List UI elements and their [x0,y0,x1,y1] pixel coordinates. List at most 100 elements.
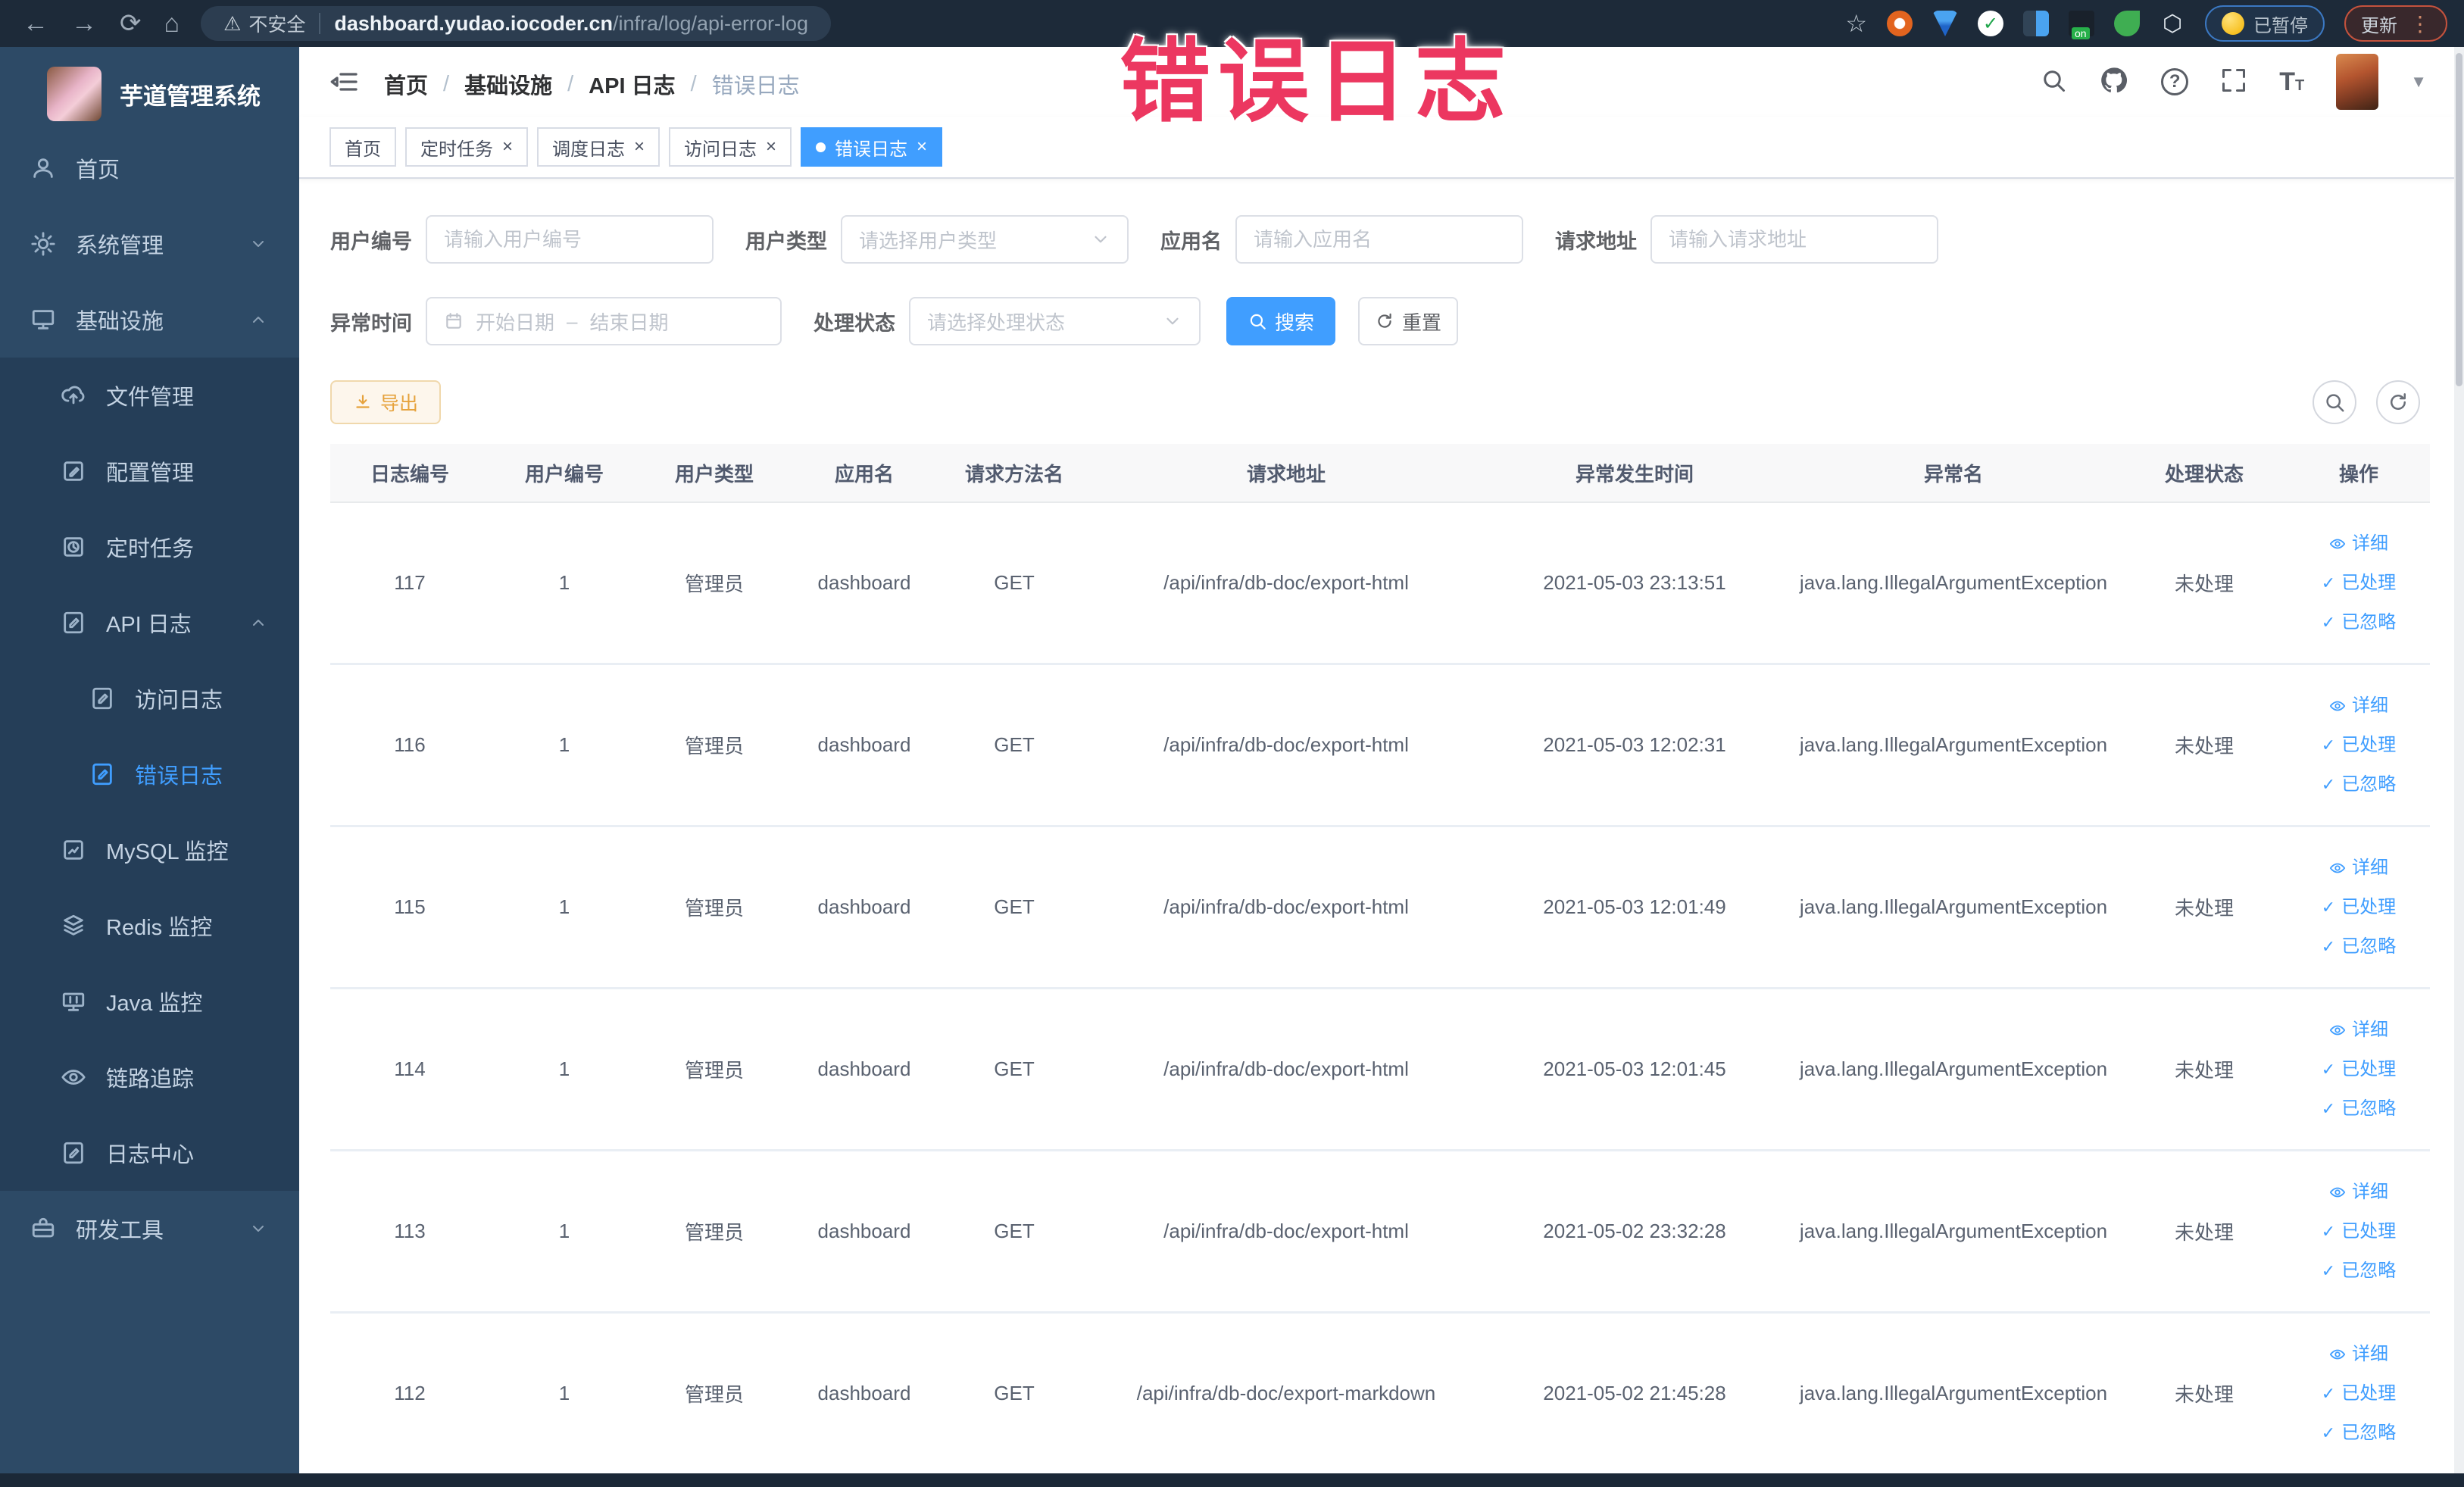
extension-orange-icon[interactable] [1887,11,1913,36]
sidebar-item-infra[interactable]: 基础设施 [0,282,299,358]
extension-grid-icon[interactable] [2023,11,2049,36]
action-processed[interactable]: ✓ 已处理 [2288,564,2430,603]
scrollbar-track[interactable] [2454,47,2464,1473]
browser-menu-icon[interactable]: ⋮ [2409,11,2431,36]
sidebar-item-job[interactable]: 定时任务 [0,509,299,585]
action-detail[interactable]: 详细 [2288,1335,2430,1374]
cell-user_type: 管理员 [639,826,789,989]
toggle-search-icon[interactable] [2313,380,2356,424]
table-row: 114 1 管理员 dashboard GET/api/infra/db-doc/exp… [330,988,2430,1151]
table-toolbar: 导出 [330,380,2420,424]
sidebar-item-dev-tools[interactable]: 研发工具 [0,1191,299,1267]
cell-app: dashboard [789,664,939,827]
tab-调度日志[interactable]: 调度日志 × [537,127,661,167]
sidebar-item-label: API 日志 [106,613,192,637]
tab-访问日志[interactable]: 访问日志 × [669,127,792,167]
cell-id: 113 [330,1150,489,1314]
sidebar-item-access-log[interactable]: 访问日志 [0,661,299,736]
extension-green-check-icon[interactable]: ✓ [1978,11,2003,36]
tab-label: 定时任务 [420,139,493,160]
github-icon[interactable] [2099,65,2129,99]
tab-close-icon[interactable]: × [502,136,513,158]
tab-首页[interactable]: 首页 [329,127,396,167]
action-ignored[interactable]: ✓ 已忽略 [2288,927,2430,967]
action-ignored[interactable]: ✓ 已忽略 [2288,603,2430,642]
action-processed[interactable]: ✓ 已处理 [2288,1050,2430,1089]
sidebar-item-log-center[interactable]: 日志中心 [0,1115,299,1191]
profile-paused-badge[interactable]: 已暂停 [2205,5,2325,42]
action-detail[interactable]: 详细 [2288,686,2430,726]
breadcrumb-item[interactable]: 首页 [384,68,428,100]
reload-icon[interactable]: ⟳ [120,0,142,47]
back-icon[interactable]: ← [23,0,48,47]
check-icon: ✓ [2321,774,2336,794]
action-processed[interactable]: ✓ 已处理 [2288,726,2430,765]
action-processed[interactable]: ✓ 已处理 [2288,1212,2430,1251]
scrollbar-thumb[interactable] [2456,53,2462,386]
breadcrumb-item[interactable]: API 日志 [589,68,675,100]
action-detail[interactable]: 详细 [2288,848,2430,888]
user-id-input[interactable] [426,215,714,264]
sidebar-item-system[interactable]: 系统管理 [0,206,299,282]
extension-shield-icon[interactable] [1932,11,1958,36]
process-status-select[interactable]: 请选择处理状态 [909,297,1201,345]
tab-定时任务[interactable]: 定时任务 × [405,127,529,167]
sidebar-item-trace[interactable]: 链路追踪 [0,1039,299,1115]
sidebar-item-redis[interactable]: Redis 监控 [0,888,299,964]
home-icon[interactable]: ⌂ [164,0,180,47]
action-ignored[interactable]: ✓ 已忽略 [2288,1089,2430,1129]
font-size-icon[interactable]: TT [2279,67,2304,97]
user-type-select[interactable]: 请选择用户类型 [841,215,1129,264]
search-icon[interactable] [2040,67,2067,98]
action-ignored[interactable]: ✓ 已忽略 [2288,1251,2430,1291]
avatar[interactable] [2336,54,2379,110]
breadcrumb-item[interactable]: 基础设施 [464,68,552,100]
fullscreen-icon[interactable] [2220,67,2247,98]
cell-status: 未处理 [2121,664,2288,827]
forward-icon[interactable]: → [71,0,97,47]
check-icon: ✓ [2321,1221,2336,1241]
extension-leaf-icon[interactable] [2114,11,2140,36]
doc-edit-icon [89,761,117,788]
app-name-input[interactable] [1235,215,1523,264]
sidebar-item-api-log[interactable]: API 日志 [0,585,299,661]
help-icon[interactable]: ? [2161,68,2189,95]
search-button[interactable]: 搜索 [1226,297,1335,345]
tab-错误日志[interactable]: 错误日志 × [801,127,943,167]
address-bar[interactable]: ⚠ 不安全 dashboard.yudao.iocoder.cn /infra/… [201,6,832,41]
update-button[interactable]: 更新 ⋮ [2344,5,2447,42]
cell-user_type: 管理员 [639,664,789,827]
tab-close-icon[interactable]: × [634,136,645,158]
cell-actions: 详细 ✓ 已处理 ✓ 已忽略 [2288,664,2430,827]
action-detail[interactable]: 详细 [2288,524,2430,564]
sidebar-item-config[interactable]: 配置管理 [0,433,299,509]
extensions-puzzle-icon[interactable]: ⬡ [2160,11,2185,36]
sidebar-item-mysql[interactable]: MySQL 监控 [0,812,299,888]
tab-close-icon[interactable]: × [766,136,776,158]
sidebar-item-home[interactable]: 首页 [0,130,299,206]
action-processed[interactable]: ✓ 已处理 [2288,1374,2430,1414]
process-status-label: 处理状态 [814,311,895,335]
tab-close-icon[interactable]: × [917,136,927,158]
action-detail[interactable]: 详细 [2288,1011,2430,1050]
refresh-icon[interactable] [2376,380,2420,424]
action-label: 已处理 [2341,734,2397,755]
sidebar-item-java[interactable]: Java 监控 [0,964,299,1039]
action-ignored[interactable]: ✓ 已忽略 [2288,765,2430,804]
action-processed[interactable]: ✓ 已处理 [2288,888,2430,927]
sidebar-logo-row[interactable]: 芋道管理系统 [0,47,299,121]
export-button[interactable]: 导出 [330,380,441,424]
extension-on-badge-icon[interactable] [2069,11,2094,39]
sidebar-collapse-icon[interactable] [329,67,360,101]
bookmark-star-icon[interactable]: ☆ [1845,9,1867,38]
action-detail[interactable]: 详细 [2288,1173,2430,1212]
exception-time-range-picker[interactable]: 开始日期 – 结束日期 [426,297,782,345]
sidebar-item-error-log[interactable]: 错误日志 [0,736,299,812]
sidebar-item-file[interactable]: 文件管理 [0,358,299,433]
action-ignored[interactable]: ✓ 已忽略 [2288,1414,2430,1453]
chevron-down-icon[interactable]: ▼ [2410,72,2427,92]
reset-button[interactable]: 重置 [1358,297,1458,345]
export-button-label: 导出 [379,393,418,414]
request-url-input[interactable] [1650,215,1938,264]
action-label: 已处理 [2341,572,2397,593]
